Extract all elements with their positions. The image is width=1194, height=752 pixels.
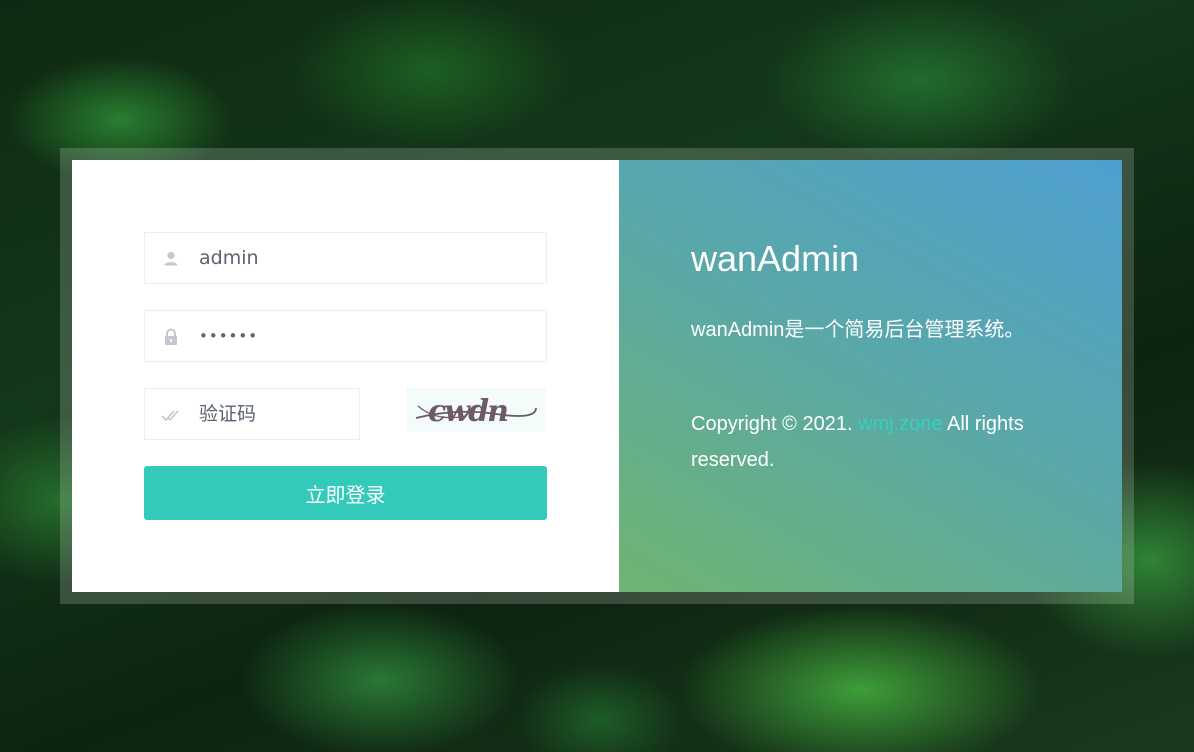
captcha-field[interactable] (144, 388, 360, 440)
double-check-icon (161, 410, 179, 422)
captcha-graphic: cwdn (415, 394, 537, 429)
username-field[interactable] (144, 232, 547, 284)
login-button[interactable]: 立即登录 (144, 466, 547, 520)
info-panel: wanAdmin wanAdmin是一个简易后台管理系统。 Copyright … (619, 160, 1122, 592)
app-description: wanAdmin是一个简易后台管理系统。 (691, 319, 1025, 341)
login-form-panel: cwdn 立即登录 (72, 160, 619, 592)
copyright-link[interactable]: wmj.zone (858, 413, 942, 435)
app-title: wanAdmin (691, 238, 860, 279)
username-input[interactable] (199, 233, 519, 283)
login-card: cwdn 立即登录 wanAdmin wanAdmin是一个简易后台管理系统。 … (72, 160, 1122, 592)
user-icon (164, 251, 178, 266)
captcha-image[interactable]: cwdn (406, 388, 546, 432)
copyright-text: Copyright © 2021. wmj.zone All rights re… (691, 406, 1031, 478)
lock-icon (165, 328, 177, 345)
password-field[interactable] (144, 310, 547, 362)
copyright-prefix: Copyright © 2021. (691, 413, 853, 435)
password-input[interactable] (199, 311, 519, 361)
captcha-input[interactable] (199, 389, 349, 439)
captcha-text: cwdn (428, 394, 507, 429)
